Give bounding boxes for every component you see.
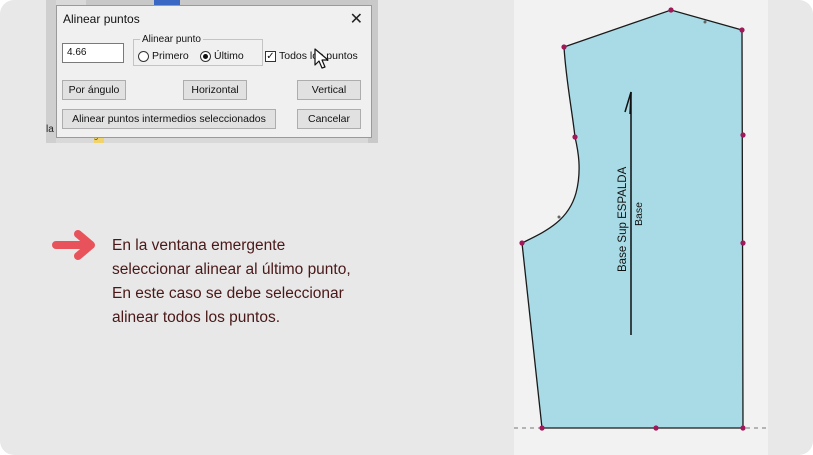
pattern-piece: Base Sup ESPALDA Base: [514, 0, 768, 455]
checkbox-check-icon[interactable]: ✓: [265, 50, 276, 62]
background-text-fragment: la: [46, 124, 54, 135]
pattern-point[interactable]: [561, 44, 567, 50]
instruction-text: En la ventana emergente seleccionar alin…: [112, 237, 351, 326]
pattern-point[interactable]: [739, 27, 745, 33]
align-point-group-label: Alinear punto: [140, 34, 203, 45]
mouse-cursor-icon: [314, 48, 329, 69]
dialog-title: Alinear puntos: [63, 12, 140, 26]
radio-first-label: Primero: [152, 50, 189, 62]
align-points-dialog: Alinear puntos ✕ 4.66 Alinear punto Prim…: [56, 5, 372, 138]
radio-last-label: Último: [214, 50, 244, 62]
pattern-point[interactable]: [653, 425, 659, 431]
slide-card: la 5 Alinear puntos ✕ 4.66 Alinear punto…: [0, 0, 813, 455]
arrow-right-icon: [52, 230, 95, 260]
pattern-label-sub: Base: [633, 202, 645, 226]
pattern-point[interactable]: [740, 240, 746, 246]
pattern-point[interactable]: [539, 425, 545, 431]
close-icon[interactable]: ✕: [350, 9, 363, 29]
pattern-point[interactable]: [519, 240, 525, 246]
radio-last[interactable]: Último: [200, 50, 244, 62]
pattern-point[interactable]: [572, 134, 578, 140]
all-points-checkbox[interactable]: ✓ Todos los puntos: [265, 50, 358, 62]
distance-input[interactable]: 4.66: [62, 43, 124, 63]
radio-last-indicator[interactable]: [200, 50, 211, 62]
pattern-point[interactable]: [668, 7, 674, 13]
radio-first-indicator[interactable]: [138, 50, 149, 62]
app-background-left: [46, 0, 56, 143]
align-selected-points-button[interactable]: Alinear puntos intermedios seleccionados: [62, 109, 276, 129]
pattern-minor-point: [557, 215, 561, 219]
pattern-point[interactable]: [740, 425, 746, 431]
pattern-point[interactable]: [740, 132, 746, 138]
radio-first[interactable]: Primero: [138, 50, 189, 62]
by-angle-button[interactable]: Por ángulo: [62, 80, 126, 100]
horizontal-button[interactable]: Horizontal: [183, 80, 247, 100]
pattern-minor-point: [703, 20, 707, 24]
vertical-button[interactable]: Vertical: [297, 80, 361, 100]
cancel-button[interactable]: Cancelar: [297, 109, 361, 129]
pattern-label-main: Base Sup ESPALDA: [617, 166, 629, 272]
dialog-screenshot: la 5 Alinear puntos ✕ 4.66 Alinear punto…: [46, 0, 378, 143]
